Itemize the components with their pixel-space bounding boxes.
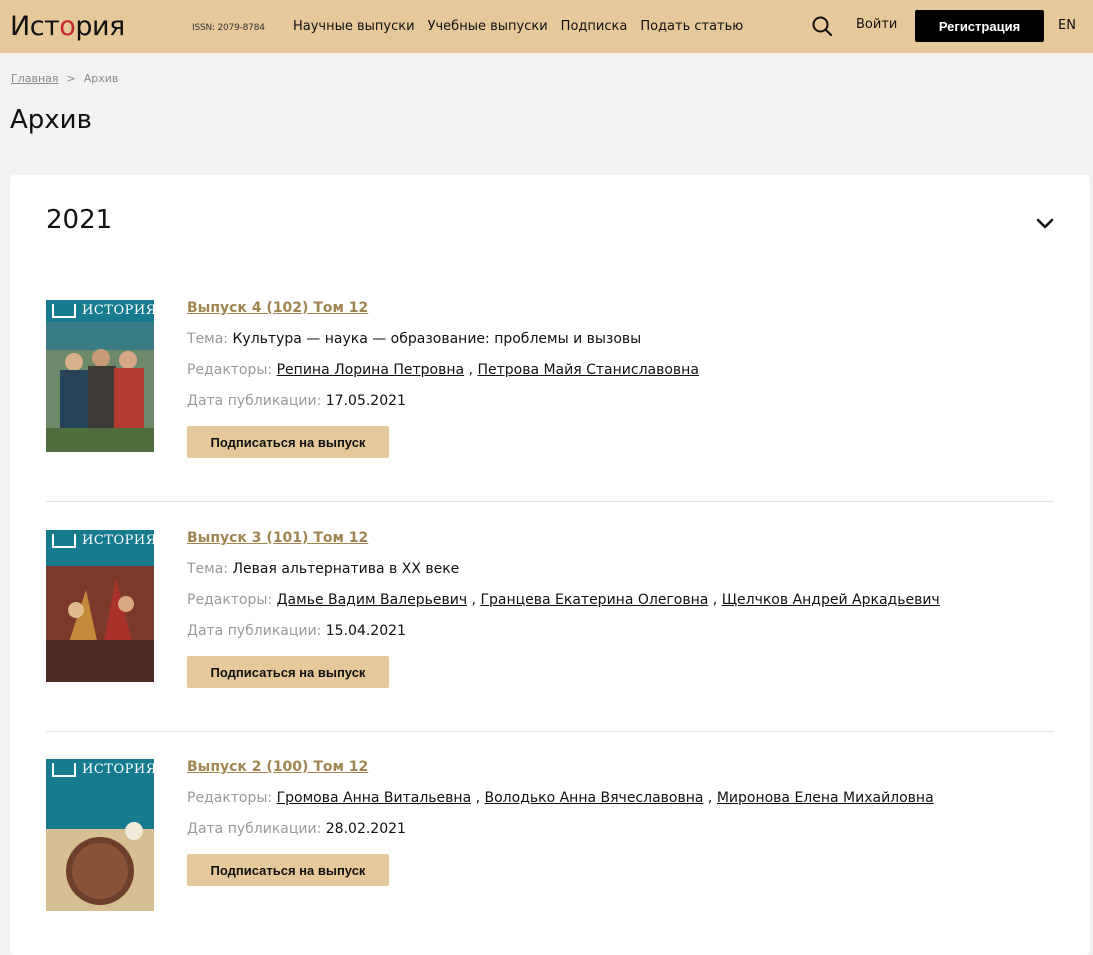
theme-value: Культура — наука — образование: проблемы… [232, 331, 642, 347]
issue-info: Выпуск 2 (100) Том 12 Редакторы: Громова… [187, 759, 934, 886]
editor-link[interactable]: Гранцева Екатерина Олеговна [480, 592, 708, 608]
issue-date: Дата публикации: 17.05.2021 [187, 393, 699, 409]
breadcrumb-home[interactable]: Главная [11, 72, 59, 85]
issue-editors: Редакторы: Репина Лорина Петровна , Петр… [187, 362, 699, 378]
subscribe-issue-button[interactable]: Подписаться на выпуск [187, 854, 389, 886]
chevron-down-icon[interactable] [1034, 212, 1056, 234]
breadcrumb-separator: > [66, 72, 76, 85]
date-value: 15.04.2021 [325, 623, 406, 639]
issue-title-link[interactable]: Выпуск 2 (100) Том 12 [187, 759, 934, 775]
issue-item: ИСТОРИЯ Выпуск 4 (102) Том 12 Тема: Куль… [46, 300, 1054, 502]
archive-year-card: 2021 ИСТОРИЯ Выпуск 4 (102) Том 12 Тема:… [10, 175, 1090, 955]
issue-cover[interactable]: ИСТОРИЯ [46, 530, 154, 682]
theme-label: Тема: [187, 331, 229, 347]
main-nav: Научные выпуски Учебные выпуски Подписка… [293, 19, 743, 34]
logo-text-accent: о [59, 11, 76, 42]
issue-editors: Редакторы: Дамье Вадим Валерьевич , Гран… [187, 592, 940, 608]
editors-label: Редакторы: [187, 592, 273, 608]
issue-cover[interactable]: ИСТОРИЯ [46, 300, 154, 452]
register-button[interactable]: Регистрация [915, 10, 1044, 42]
breadcrumb-current: Архив [83, 72, 119, 85]
book-icon [52, 763, 76, 777]
nav-subscription[interactable]: Подписка [561, 19, 628, 34]
date-label: Дата публикации: [187, 393, 322, 409]
issue-theme: Тема: Левая альтернатива в XX веке [187, 561, 940, 577]
logo-text-prefix: Ист [10, 11, 60, 42]
issue-info: Выпуск 3 (101) Том 12 Тема: Левая альтер… [187, 530, 940, 688]
issn-label: ISSN: 2079-8784 [192, 23, 265, 33]
site-logo[interactable]: История [10, 12, 125, 42]
breadcrumb: Главная > Архив [11, 72, 118, 85]
editor-link[interactable]: Володько Анна Вячеславовна [485, 790, 704, 806]
editor-link[interactable]: Петрова Майя Станиславовна [477, 362, 698, 378]
subscribe-issue-button[interactable]: Подписаться на выпуск [187, 426, 389, 458]
subscribe-issue-button[interactable]: Подписаться на выпуск [187, 656, 389, 688]
issue-theme: Тема: Культура — наука — образование: пр… [187, 331, 699, 347]
issue-title-link[interactable]: Выпуск 3 (101) Том 12 [187, 530, 940, 546]
editors-label: Редакторы: [187, 790, 273, 806]
editor-link[interactable]: Громова Анна Витальевна [277, 790, 472, 806]
issue-date: Дата публикации: 15.04.2021 [187, 623, 940, 639]
date-value: 17.05.2021 [325, 393, 406, 409]
date-value: 28.02.2021 [325, 821, 406, 837]
editors-label: Редакторы: [187, 362, 273, 378]
editor-link[interactable]: Дамье Вадим Валерьевич [277, 592, 467, 608]
date-label: Дата публикации: [187, 821, 322, 837]
issue-cover[interactable]: ИСТОРИЯ [46, 759, 154, 911]
login-link[interactable]: Войти [856, 17, 897, 32]
issue-info: Выпуск 4 (102) Том 12 Тема: Культура — н… [187, 300, 699, 458]
issue-item: ИСТОРИЯ Выпуск 2 (100) Том 12 Редакторы:… [46, 759, 1054, 929]
theme-label: Тема: [187, 561, 229, 577]
logo-text-suffix: рия [75, 11, 125, 42]
theme-value: Левая альтернатива в XX веке [232, 561, 460, 577]
year-heading[interactable]: 2021 [46, 205, 112, 235]
nav-submit-article[interactable]: Подать статью [640, 19, 743, 34]
issue-date: Дата публикации: 28.02.2021 [187, 821, 934, 837]
date-label: Дата публикации: [187, 623, 322, 639]
issue-item: ИСТОРИЯ Выпуск 3 (101) Том 12 Тема: Лева… [46, 530, 1054, 732]
editor-link[interactable]: Миронова Елена Михайловна [717, 790, 934, 806]
nav-educational-issues[interactable]: Учебные выпуски [428, 19, 548, 34]
page-title: Архив [10, 105, 92, 135]
language-switch[interactable]: EN [1058, 18, 1076, 33]
site-header: История ISSN: 2079-8784 Научные выпуски … [0, 0, 1093, 53]
nav-scientific-issues[interactable]: Научные выпуски [293, 19, 415, 34]
editor-link[interactable]: Щелчков Андрей Аркадьевич [722, 592, 940, 608]
book-icon [52, 534, 76, 548]
issue-title-link[interactable]: Выпуск 4 (102) Том 12 [187, 300, 699, 316]
issue-editors: Редакторы: Громова Анна Витальевна , Вол… [187, 790, 934, 806]
search-icon[interactable] [811, 15, 833, 37]
editor-link[interactable]: Репина Лорина Петровна [277, 362, 464, 378]
